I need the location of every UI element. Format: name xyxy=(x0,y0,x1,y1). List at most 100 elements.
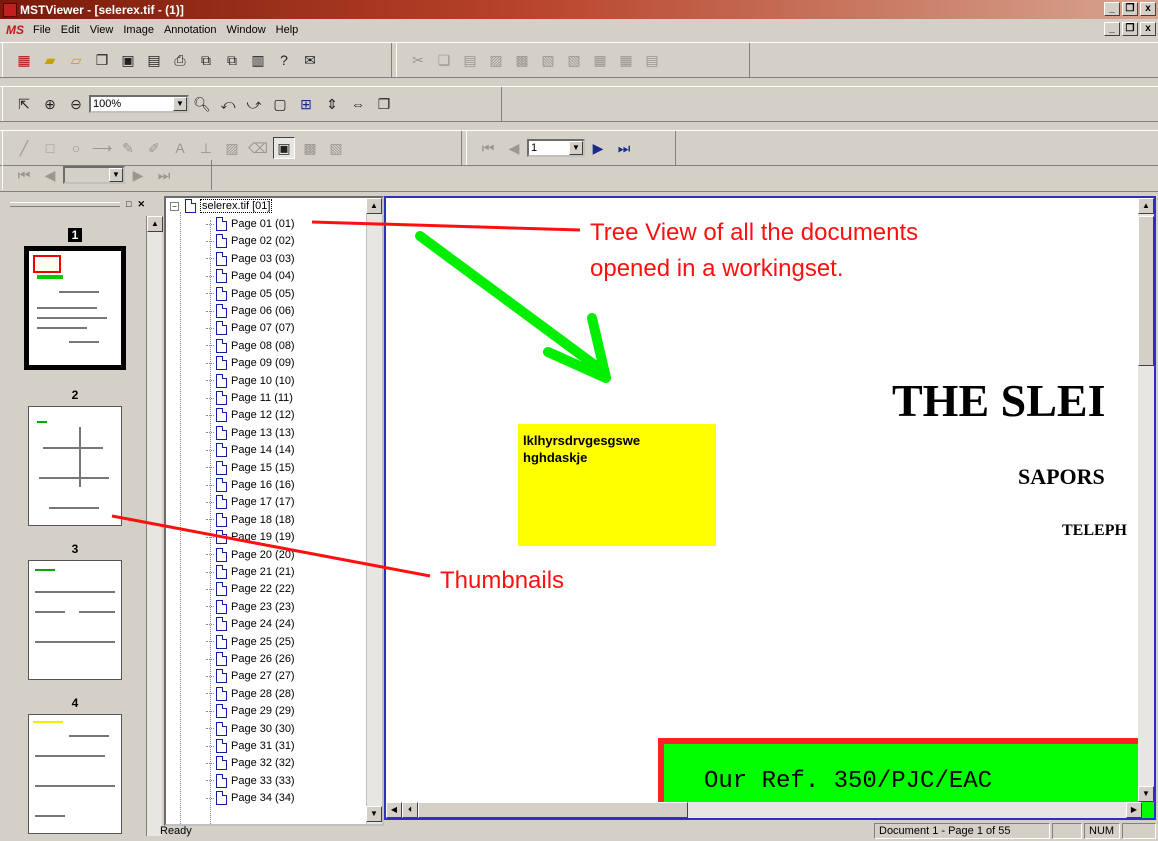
scan-icon[interactable]: ▦ xyxy=(13,49,35,71)
help-icon[interactable]: ? xyxy=(273,49,295,71)
tree-page-item[interactable]: Page 09 (09) xyxy=(206,355,295,371)
scroll-down-button[interactable]: ▼ xyxy=(366,806,382,822)
panel-float-icon[interactable]: □ xyxy=(126,199,131,209)
thumbnail-page-3[interactable] xyxy=(28,560,122,680)
thumbnail-page-2[interactable] xyxy=(28,406,122,526)
cut-icon[interactable]: ✂ xyxy=(407,49,429,71)
document-horizontal-scrollbar[interactable]: ◀ ⏴ ▶ xyxy=(386,802,1142,818)
tree-page-item[interactable]: Page 27 (27) xyxy=(206,668,295,684)
tree-scrollbar[interactable]: ▲ ▼ xyxy=(366,198,382,824)
fit-height-icon[interactable]: ⇕ xyxy=(321,93,343,115)
zoom-rect-icon[interactable]: 🔍︎ xyxy=(191,93,213,115)
doc-close-button[interactable]: x xyxy=(1140,22,1156,36)
panel-close-icon[interactable]: ✕ xyxy=(137,199,145,210)
previous-document-icon[interactable]: ◀ xyxy=(39,164,61,186)
move-page-icon[interactable]: ▩ xyxy=(511,49,533,71)
tree-page-item[interactable]: Page 29 (29) xyxy=(206,703,295,719)
open-folder-icon[interactable]: ▰ xyxy=(39,49,61,71)
tree-page-item[interactable]: Page 31 (31) xyxy=(206,738,295,754)
scroll-up-button[interactable]: ▲ xyxy=(147,216,163,232)
next-document-icon[interactable]: ▶ xyxy=(127,164,149,186)
copy-icon[interactable]: ❏ xyxy=(433,49,455,71)
first-document-icon[interactable]: ⏮ xyxy=(13,164,35,186)
rotate-right-icon[interactable]: ⤻ xyxy=(243,93,265,115)
fit-window-icon[interactable]: ⊞ xyxy=(295,93,317,115)
tree-page-item[interactable]: Page 16 (16) xyxy=(206,477,295,493)
chevron-down-icon[interactable]: ▼ xyxy=(109,168,123,182)
zoom-in-icon[interactable]: ⊕ xyxy=(39,93,61,115)
sticky-note-annotation[interactable]: lklhyrsdrvgesgswe hghdaskje xyxy=(518,424,716,546)
scroll-left-page-button[interactable]: ⏴ xyxy=(402,802,418,818)
tree-page-item[interactable]: Page 20 (20) xyxy=(206,547,295,563)
tree-page-item[interactable]: Page 10 (10) xyxy=(206,373,295,389)
tree-page-item[interactable]: Page 26 (26) xyxy=(206,651,295,667)
fit-width-icon[interactable]: ⇔ xyxy=(347,93,369,115)
zoom-combo[interactable]: 100% ▼ xyxy=(89,95,189,113)
tree-page-item[interactable]: Page 04 (04) xyxy=(206,268,295,284)
page-after-icon[interactable]: ▧ xyxy=(563,49,585,71)
collapse-icon[interactable]: − xyxy=(170,201,179,211)
menu-annotation[interactable]: Annotation xyxy=(159,24,222,36)
menu-edit[interactable]: Edit xyxy=(56,24,85,36)
tree-page-item[interactable]: Page 25 (25) xyxy=(206,634,295,650)
new-document-icon[interactable]: ❐ xyxy=(91,49,113,71)
tree-page-item[interactable]: Page 23 (23) xyxy=(206,599,295,615)
maximize-button[interactable]: ❐ xyxy=(1122,2,1138,16)
menu-window[interactable]: Window xyxy=(222,24,271,36)
chevron-down-icon[interactable]: ▼ xyxy=(173,97,187,111)
tree-page-item[interactable]: Page 33 (33) xyxy=(206,773,295,789)
save-icon[interactable]: ▣ xyxy=(117,49,139,71)
tree-page-item[interactable]: Page 22 (22) xyxy=(206,581,295,597)
tree-page-item[interactable]: Page 17 (17) xyxy=(206,494,295,510)
tree-page-item[interactable]: Page 13 (13) xyxy=(206,425,295,441)
scroll-up-button[interactable]: ▲ xyxy=(366,198,382,214)
select-pointer-icon[interactable]: ⇱ xyxy=(13,93,35,115)
actual-size-icon[interactable]: ❐ xyxy=(373,93,395,115)
tree-page-item[interactable]: Page 03 (03) xyxy=(206,251,295,267)
info-icon[interactable]: ▥ xyxy=(247,49,269,71)
thumbnail-page-4[interactable] xyxy=(28,714,122,834)
thumbnail-scrollbar[interactable]: ▲ xyxy=(146,216,163,836)
menu-help[interactable]: Help xyxy=(271,24,304,36)
merge-icon[interactable]: ▦ xyxy=(589,49,611,71)
tree-page-item[interactable]: Page 18 (18) xyxy=(206,512,295,528)
open-icon[interactable]: ▱ xyxy=(65,49,87,71)
tree-page-item[interactable]: Page 19 (19) xyxy=(206,529,295,545)
menu-view[interactable]: View xyxy=(85,24,119,36)
export-icon[interactable]: ⧉ xyxy=(195,49,217,71)
scroll-down-button[interactable]: ▼ xyxy=(1138,786,1154,802)
tree-page-item[interactable]: Page 15 (15) xyxy=(206,460,295,476)
thumbnail-page-1[interactable] xyxy=(24,246,126,370)
tree-page-item[interactable]: Page 14 (14) xyxy=(206,442,295,458)
tree-page-item[interactable]: Page 32 (32) xyxy=(206,755,295,771)
split-icon[interactable]: ▦ xyxy=(615,49,637,71)
tree-page-item[interactable]: Page 08 (08) xyxy=(206,338,295,354)
tree-root-item[interactable]: − selerex.tif [01] xyxy=(170,198,273,214)
fit-page-icon[interactable]: ▢ xyxy=(269,93,291,115)
tree-page-item[interactable]: Page 21 (21) xyxy=(206,564,295,580)
tree-page-item[interactable]: Page 07 (07) xyxy=(206,320,295,336)
scroll-up-button[interactable]: ▲ xyxy=(1138,198,1154,214)
page-combo[interactable]: 1 ▼ xyxy=(527,139,585,157)
menu-file[interactable]: File xyxy=(28,24,56,36)
minimize-button[interactable]: _ xyxy=(1104,2,1120,16)
tree-page-item[interactable]: Page 11 (11) xyxy=(206,390,293,406)
close-button[interactable]: x xyxy=(1140,2,1156,16)
tree-page-item[interactable]: Page 24 (24) xyxy=(206,616,295,632)
panel-grip[interactable] xyxy=(10,201,120,207)
insert-page-icon[interactable]: ▨ xyxy=(485,49,507,71)
page-before-icon[interactable]: ▧ xyxy=(537,49,559,71)
zoom-out-icon[interactable]: ⊖ xyxy=(65,93,87,115)
document-view[interactable]: lklhyrsdrvgesgswe hghdaskje THE SLEI SAP… xyxy=(384,196,1156,820)
tree-page-item[interactable]: Page 30 (30) xyxy=(206,721,295,737)
tree-page-item[interactable]: Page 28 (28) xyxy=(206,686,295,702)
properties-icon[interactable]: ▤ xyxy=(143,49,165,71)
chevron-down-icon[interactable]: ▼ xyxy=(569,141,583,155)
horizontal-scroll-thumb[interactable] xyxy=(418,802,688,818)
tree-page-item[interactable]: Page 02 (02) xyxy=(206,233,295,249)
print-icon[interactable]: ⎙ xyxy=(169,49,191,71)
scroll-right-button[interactable]: ▶ xyxy=(1126,802,1142,818)
import-icon[interactable]: ⧉ xyxy=(221,49,243,71)
tree-page-item[interactable]: Page 06 (06) xyxy=(206,303,295,319)
tree-page-item[interactable]: Page 01 (01) xyxy=(206,216,295,232)
